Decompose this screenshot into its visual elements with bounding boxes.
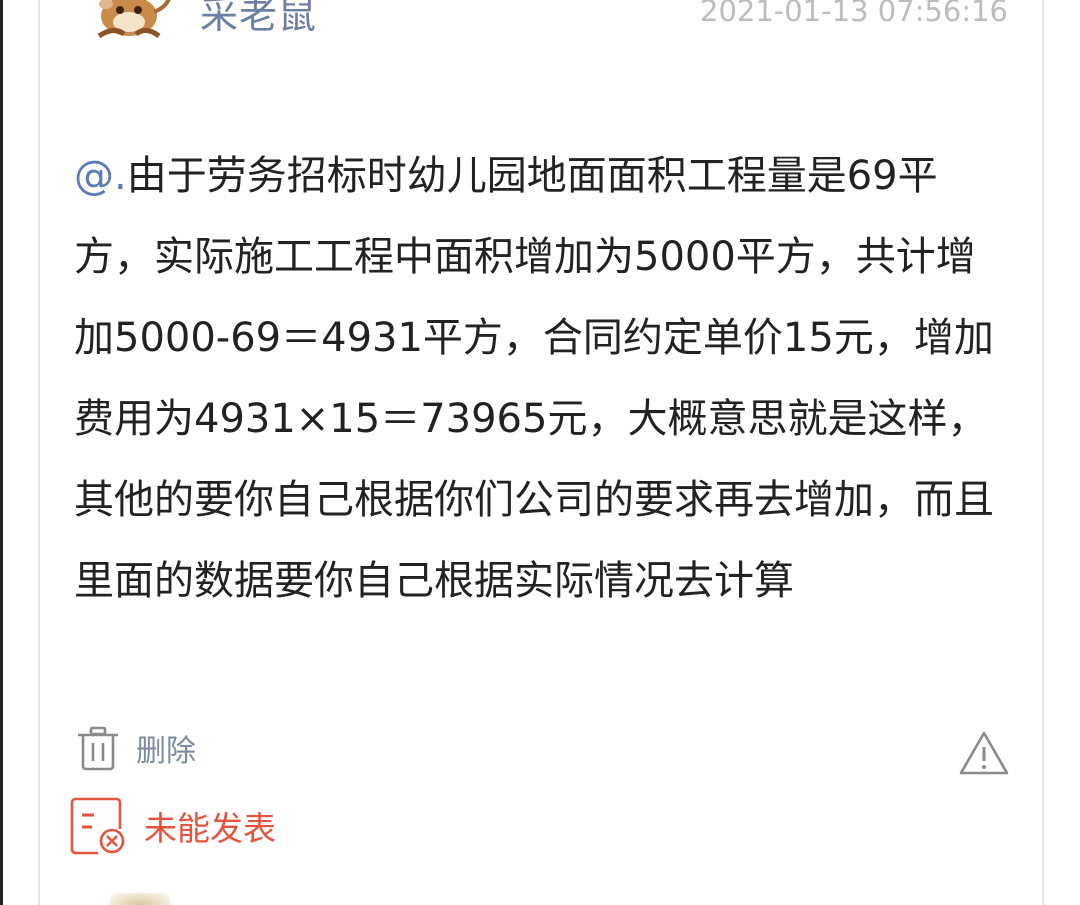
- report-button[interactable]: [958, 730, 1010, 776]
- post-timestamp: 2021-01-13 07:56:16: [700, 0, 1008, 28]
- screen-edge: [0, 0, 3, 905]
- user-avatar[interactable]: [84, 0, 174, 46]
- delete-button[interactable]: 删除: [74, 718, 196, 778]
- trash-icon: [78, 726, 118, 771]
- username[interactable]: 采老鼠: [200, 0, 317, 39]
- post-failed-icon: [70, 797, 125, 855]
- page: 采老鼠 2021-01-13 07:56:16 @.由于劳务招标时幼儿园地面面积…: [0, 0, 1080, 905]
- next-comment-avatar: [110, 893, 170, 905]
- post-failed-status[interactable]: 未能发表: [70, 792, 276, 860]
- post-failed-label: 未能发表: [144, 809, 276, 848]
- comment-text: 由于劳务招标时幼儿园地面面积工程量是69平方，实际施工工程中面积增加为5000平…: [74, 153, 994, 604]
- mouse-avatar-icon: [97, 0, 171, 39]
- warning-triangle-icon: [959, 731, 1009, 775]
- comment-card: 采老鼠 2021-01-13 07:56:16 @.由于劳务招标时幼儿园地面面积…: [40, 0, 1042, 905]
- mention-link[interactable]: @.: [74, 153, 127, 199]
- comment-content: @.由于劳务招标时幼儿园地面面积工程量是69平方，实际施工工程中面积增加为500…: [74, 136, 1004, 622]
- delete-label: 删除: [136, 734, 196, 769]
- card-right-border: [1042, 0, 1044, 905]
